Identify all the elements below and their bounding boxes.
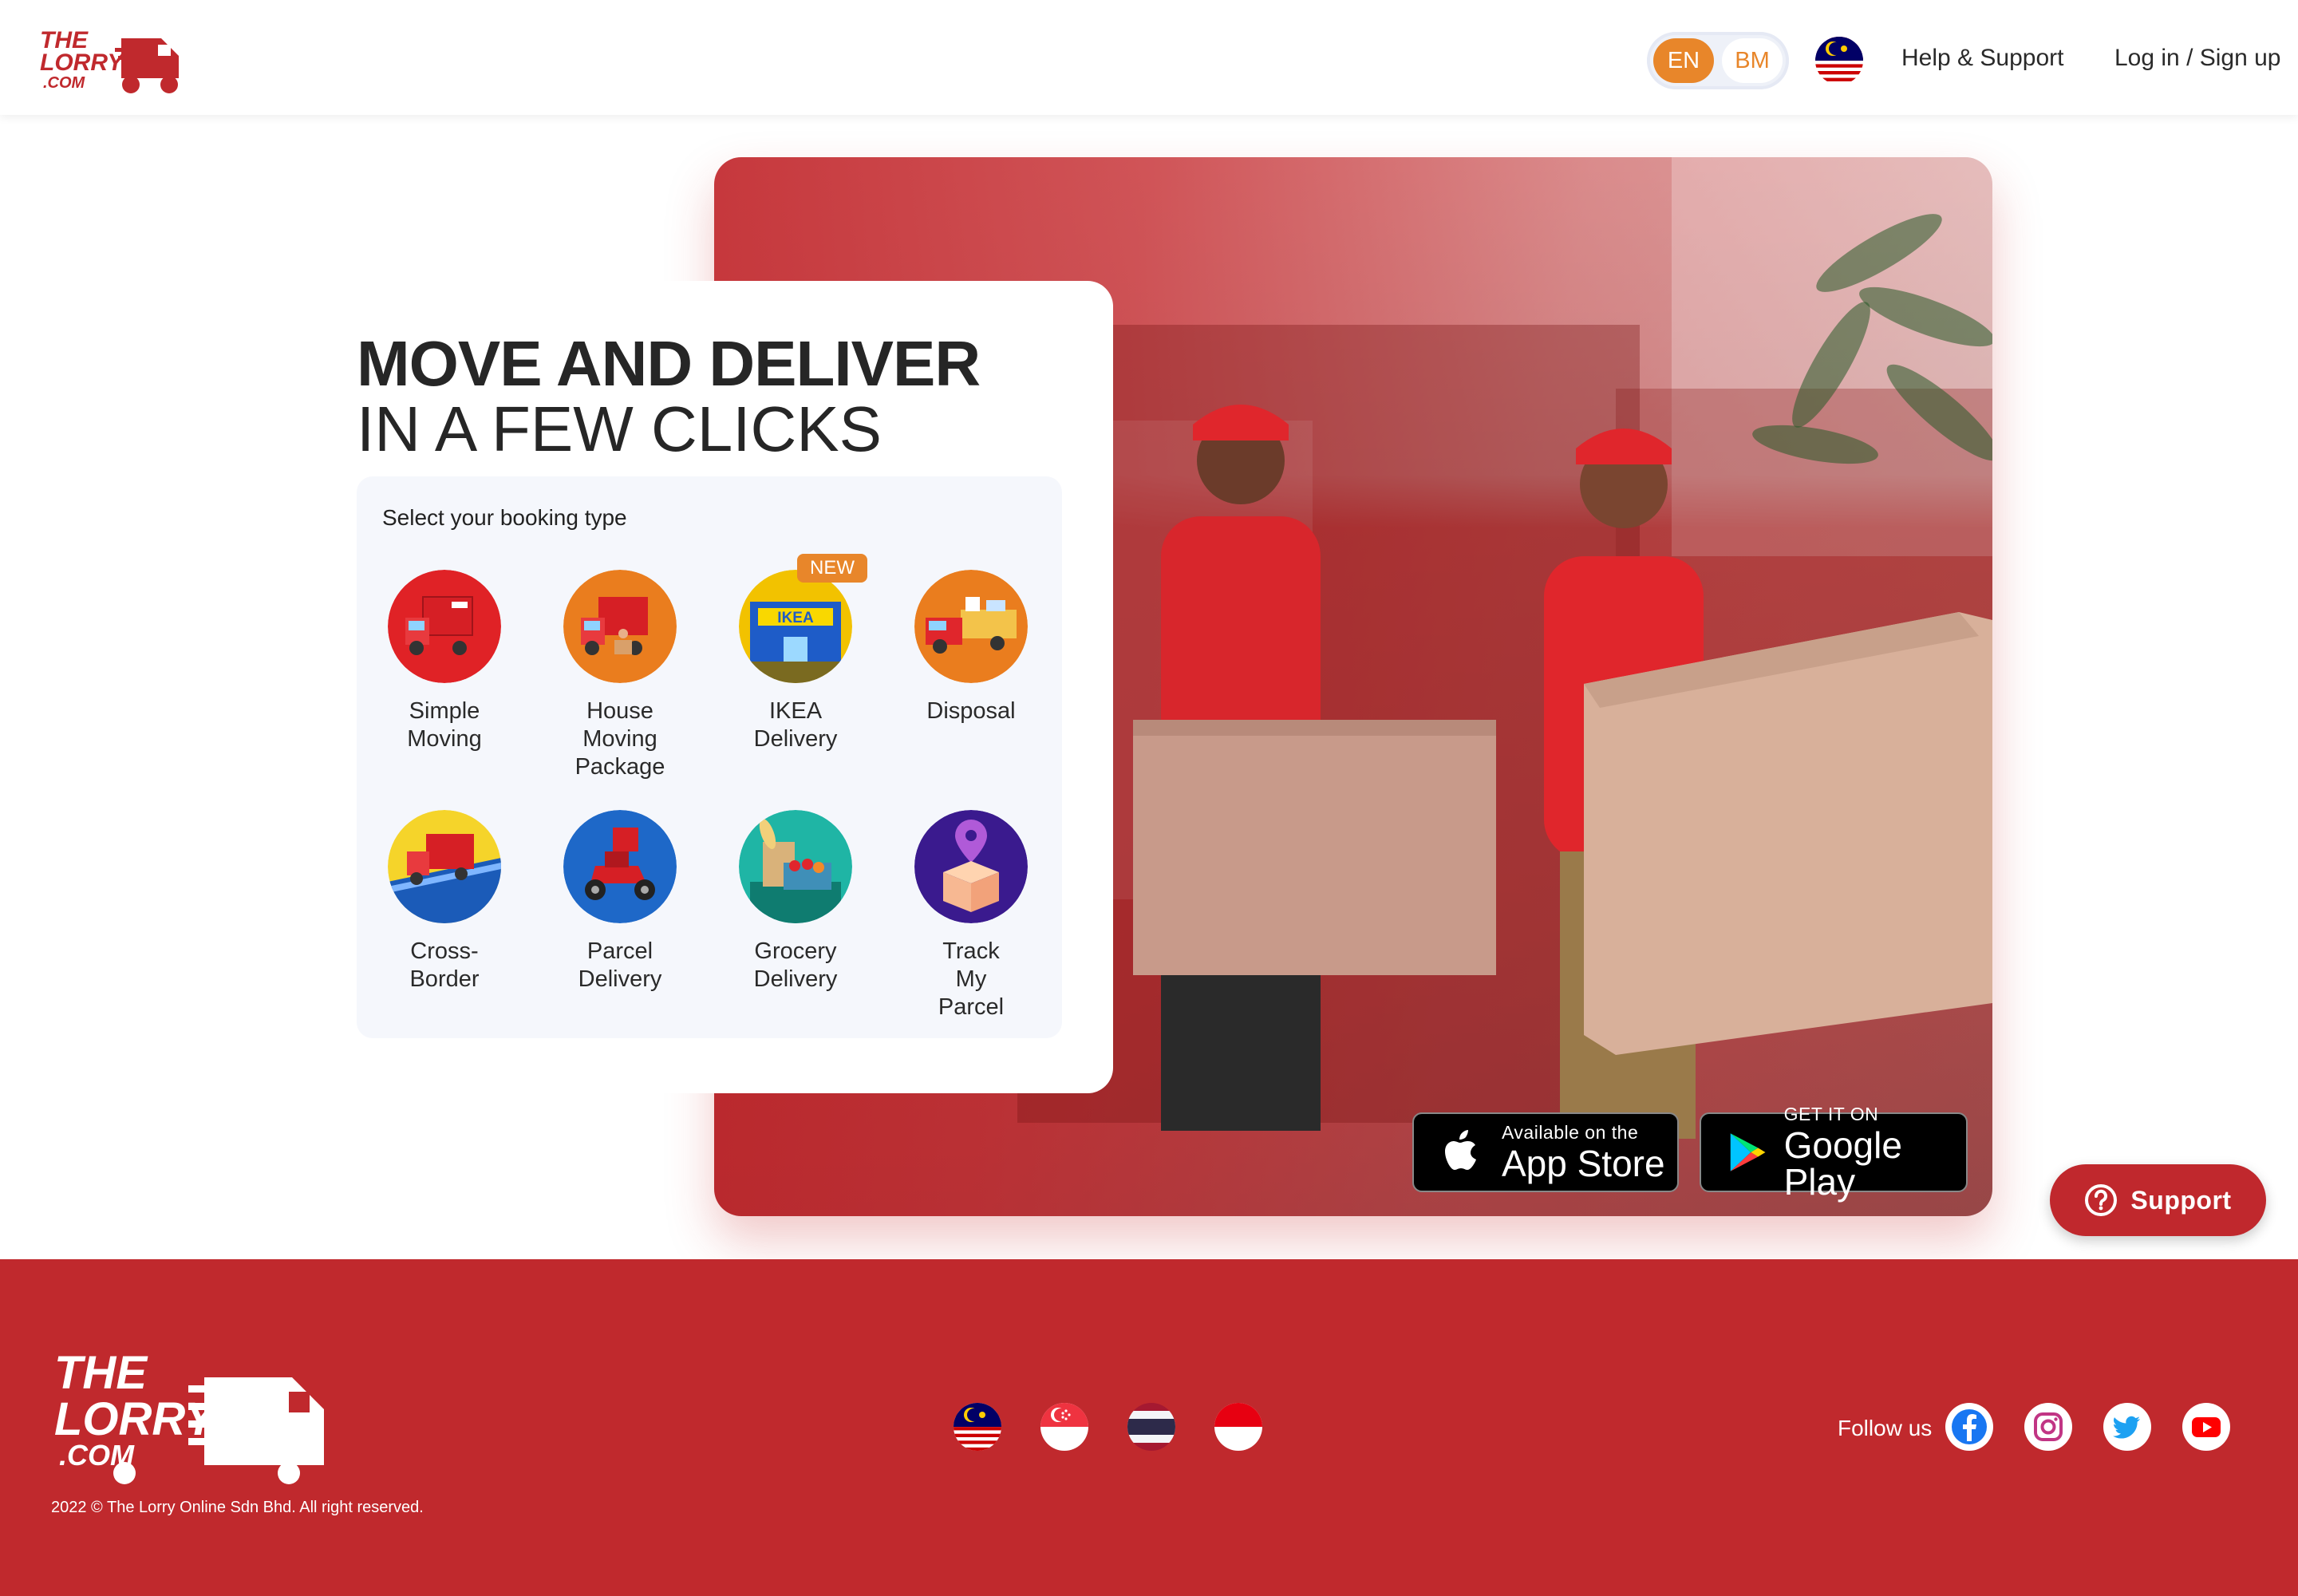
red-lorry-icon — [388, 570, 501, 683]
booking-type-label: Select your booking type — [382, 505, 627, 530]
ikea-store-icon: IKEA — [739, 570, 852, 683]
booking-track-my-parcel[interactable]: Track My Parcel — [891, 810, 1051, 1021]
malaysia-flag-icon[interactable] — [954, 1403, 1001, 1451]
language-toggle[interactable]: EN BM — [1647, 32, 1789, 89]
grocery-basket-icon — [739, 810, 852, 923]
instagram-icon[interactable] — [2024, 1403, 2072, 1451]
youtube-icon[interactable] — [2182, 1403, 2230, 1451]
booking-card: MOVE AND DELIVER IN A FEW CLICKS Select … — [315, 281, 1113, 1093]
location-pin-parcel-icon — [914, 810, 1028, 923]
question-circle-icon — [2085, 1184, 2118, 1216]
booking-type-label: House Moving Package — [574, 698, 665, 780]
booking-type-label: Parcel Delivery — [578, 938, 662, 992]
app-store-badge[interactable]: Available on the App Store — [1412, 1112, 1679, 1192]
booking-house-moving-package[interactable]: House Moving Package — [540, 570, 700, 781]
scooter-icon — [563, 810, 677, 923]
malaysia-flag-icon[interactable] — [1815, 37, 1863, 85]
cross-border-icon — [388, 810, 501, 923]
twitter-icon[interactable] — [2103, 1403, 2151, 1451]
facebook-icon[interactable] — [1945, 1403, 1993, 1451]
apple-icon — [1445, 1130, 1476, 1170]
booking-type-label: IKEA Delivery — [753, 698, 838, 752]
google-play-badge[interactable]: GET IT ON Google Play — [1700, 1104, 1968, 1200]
google-play-big-text: Google Play — [1783, 1124, 1902, 1203]
app-store-big-text: App Store — [1502, 1142, 1665, 1184]
copyright-text: 2022 © The Lorry Online Sdn Bhd. All rig… — [51, 1499, 424, 1516]
the-lorry-logo[interactable]: THE LORRY .COM — [38, 21, 195, 97]
booking-type-label: Simple Moving — [407, 698, 482, 752]
booking-type-label: Track My Parcel — [938, 938, 1005, 1020]
booking-type-label: Grocery Delivery — [753, 938, 838, 992]
booking-grocery-delivery[interactable]: Grocery Delivery — [716, 810, 875, 994]
booking-disposal[interactable]: Disposal — [891, 570, 1051, 725]
login-signup-link[interactable]: Log in / Sign up — [2114, 45, 2281, 72]
booking-parcel-delivery[interactable]: Parcel Delivery — [540, 810, 700, 994]
disposal-truck-icon — [914, 570, 1028, 683]
svg-text:LORRY: LORRY — [54, 1393, 219, 1445]
headline-light: IN A FEW CLICKS — [357, 393, 882, 464]
thailand-flag-icon[interactable] — [1127, 1403, 1175, 1451]
booking-type-panel: Select your booking type Simple Moving H… — [357, 476, 1062, 1038]
house-moving-icon — [563, 570, 677, 683]
headline-bold: MOVE AND DELIVER — [357, 328, 981, 399]
svg-text:THE: THE — [54, 1347, 148, 1399]
lang-bm-option[interactable]: BM — [1722, 38, 1783, 83]
google-play-icon — [1730, 1133, 1766, 1171]
support-label: Support — [2130, 1185, 2232, 1215]
app-store-small-text: Available on the — [1502, 1121, 1639, 1143]
help-support-link[interactable]: Help & Support — [1901, 45, 2063, 72]
site-footer: THE LORRY .COM 2022 © The Lorry Online S… — [0, 1259, 2298, 1596]
booking-type-label: Cross- Border — [409, 938, 480, 992]
site-header: THE LORRY .COM EN BM Help & Support Log … — [0, 0, 2298, 115]
svg-text:.COM: .COM — [59, 1439, 135, 1472]
google-play-small-text: GET IT ON — [1783, 1103, 1879, 1124]
svg-text:IKEA: IKEA — [777, 610, 814, 626]
lang-en-option[interactable]: EN — [1653, 38, 1714, 83]
indonesia-flag-icon[interactable] — [1214, 1403, 1262, 1451]
booking-type-label: Disposal — [926, 698, 1016, 724]
booking-simple-moving[interactable]: Simple Moving — [365, 570, 524, 753]
singapore-flag-icon[interactable] — [1040, 1403, 1088, 1451]
booking-ikea-delivery[interactable]: IKEA IKEA Delivery — [716, 570, 875, 753]
svg-text:.COM: .COM — [43, 74, 86, 92]
booking-cross-border[interactable]: Cross- Border — [365, 810, 524, 994]
new-badge: NEW — [797, 554, 867, 583]
follow-us-label: Follow us — [1838, 1416, 1933, 1440]
the-lorry-footer-logo[interactable]: THE LORRY .COM — [53, 1345, 338, 1486]
support-button[interactable]: Support — [2050, 1164, 2266, 1236]
svg-text:LORRY: LORRY — [40, 49, 125, 76]
